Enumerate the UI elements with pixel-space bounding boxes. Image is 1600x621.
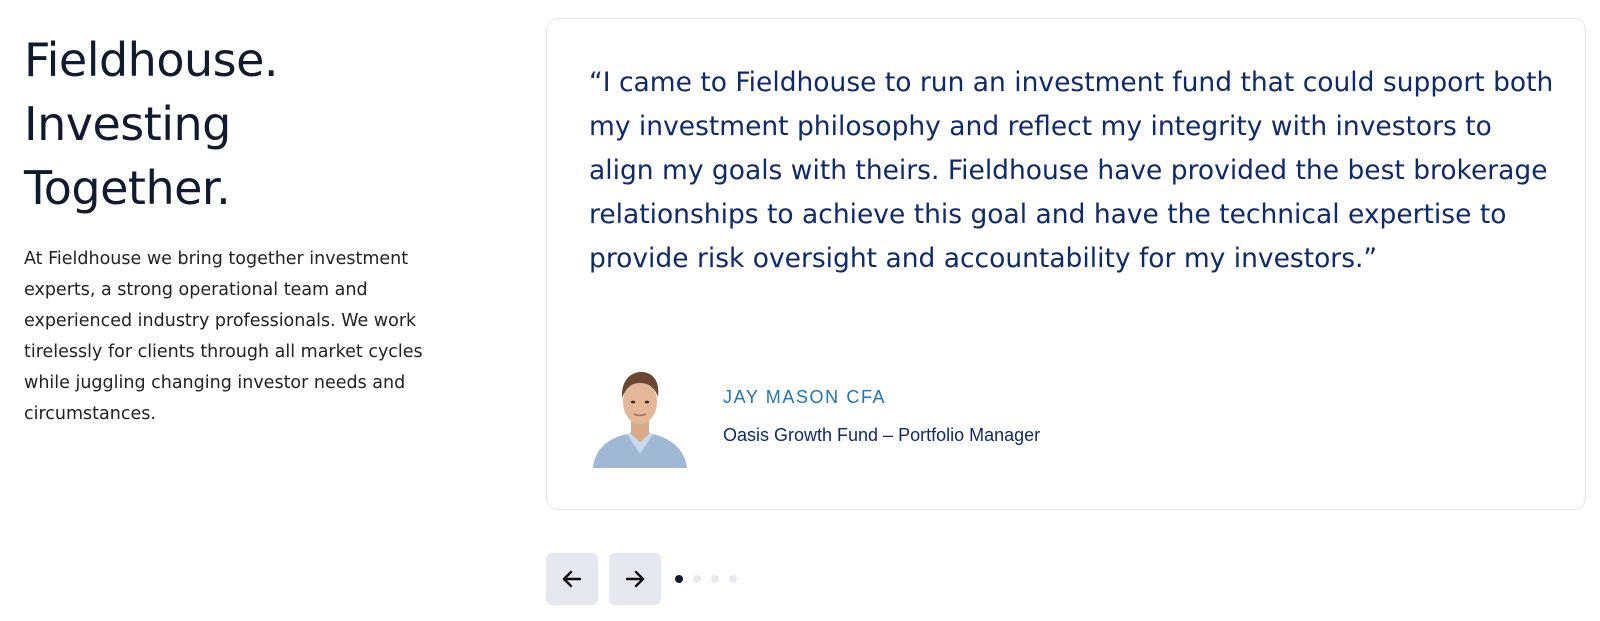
carousel-controls: [546, 553, 747, 605]
arrow-right-icon: [625, 570, 645, 588]
slide-indicator-dot[interactable]: [675, 575, 683, 583]
arrow-left-icon: [562, 570, 582, 588]
headline-line: Investing: [24, 97, 231, 151]
author-title: Oasis Growth Fund – Portfolio Manager: [723, 424, 1041, 445]
slide-indicator-dot[interactable]: [729, 575, 737, 583]
previous-slide-button[interactable]: [546, 553, 598, 605]
intro-paragraph: At Fieldhouse we bring together investme…: [24, 249, 423, 424]
page-headline: Fieldhouse. Investing Together.: [24, 28, 464, 220]
headline-line: Together.: [24, 161, 231, 215]
slide-indicator-dot[interactable]: [693, 575, 701, 583]
testimonial-card: “I came to Fieldhouse to run an investme…: [546, 18, 1586, 510]
author-photo: [589, 364, 691, 468]
headline-line: Fieldhouse.: [24, 33, 279, 87]
slide-indicator-dot[interactable]: [711, 575, 719, 583]
slide-indicators: [675, 575, 747, 583]
author-info: JAY MASON CFA Oasis Growth Fund – Portfo…: [723, 387, 1040, 446]
testimonial-author: JAY MASON CFA Oasis Growth Fund – Portfo…: [589, 364, 1040, 468]
next-slide-button[interactable]: [609, 553, 661, 605]
intro-section: Fieldhouse. Investing Together. At Field…: [24, 28, 464, 430]
author-name: JAY MASON CFA: [723, 386, 887, 407]
testimonial-quote: “I came to Fieldhouse to run an investme…: [589, 67, 1554, 274]
